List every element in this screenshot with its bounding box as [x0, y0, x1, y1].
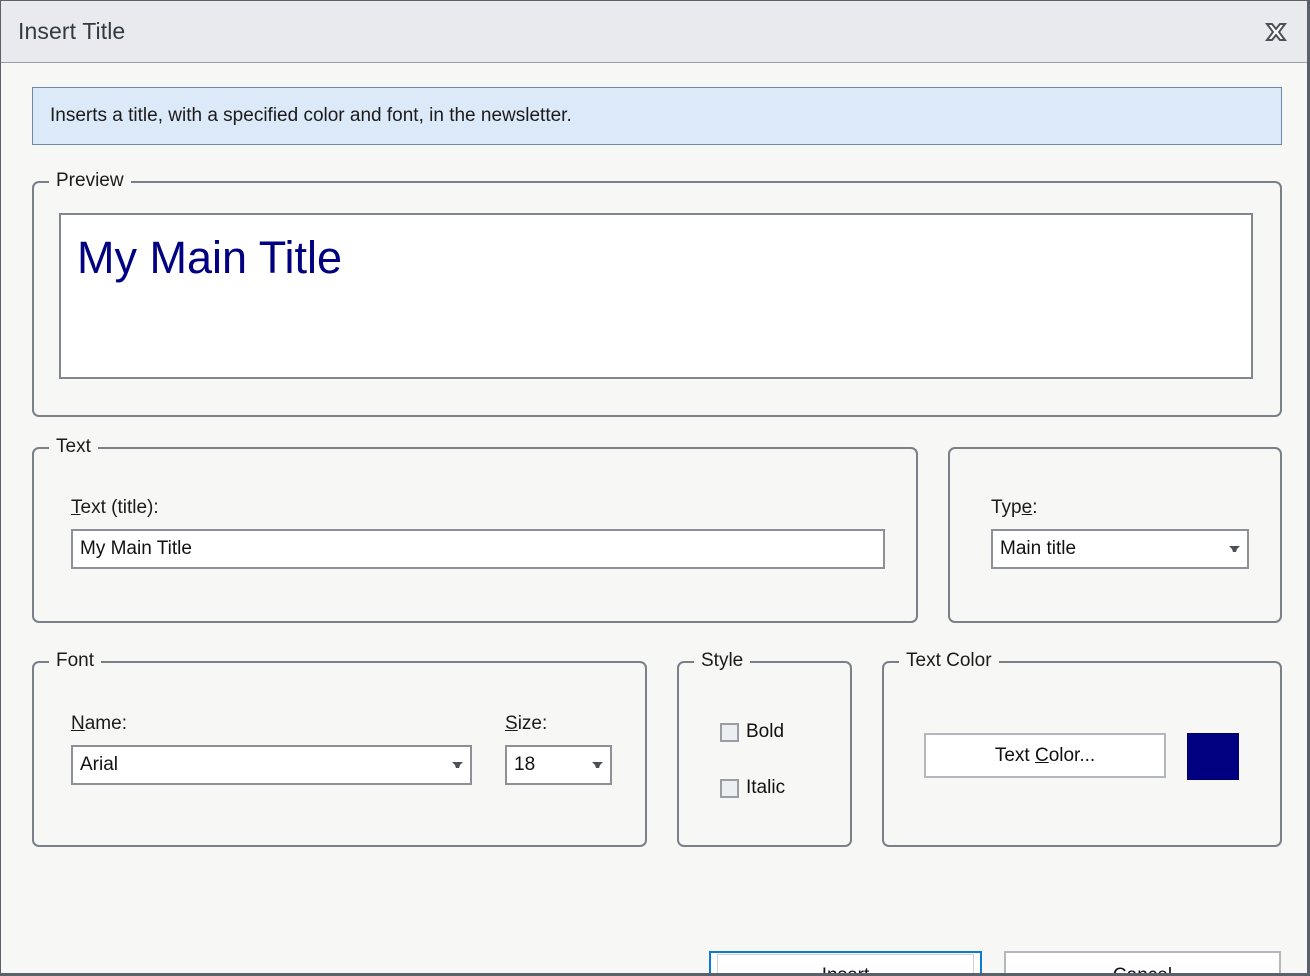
- insert-button-inner: Insert: [717, 954, 974, 976]
- type-label-a: Typ: [991, 497, 1022, 518]
- text-color-button[interactable]: Text Color...: [924, 733, 1166, 778]
- preview-group: Preview My Main Title: [32, 170, 1282, 417]
- text-group: Text Text (title):: [32, 436, 918, 623]
- type-label: Type:: [991, 497, 1037, 519]
- italic-checkbox-row[interactable]: Italic: [720, 777, 785, 799]
- font-name-label-accel: N: [71, 713, 85, 734]
- font-size-value: 18: [514, 754, 536, 775]
- text-color-swatch: [1187, 733, 1239, 780]
- text-color-button-c: olor...: [1048, 744, 1096, 766]
- type-label-c: :: [1032, 497, 1038, 518]
- insert-button-rest: nsert: [827, 965, 870, 976]
- font-name-label: Name:: [71, 713, 127, 735]
- preview-group-label: Preview: [49, 170, 131, 192]
- font-name-value: Arial: [80, 754, 119, 775]
- type-dropdown[interactable]: Main title: [991, 529, 1249, 569]
- bold-checkbox[interactable]: [720, 722, 739, 742]
- font-group: Font Name: Arial Size: 18: [32, 650, 647, 847]
- text-color-button-a: Text: [994, 744, 1035, 766]
- italic-checkbox[interactable]: [720, 778, 739, 798]
- chevron-down-icon: [444, 761, 470, 770]
- info-banner-text: Inserts a title, with a specified color …: [50, 105, 572, 126]
- preview-title-text: My Main Title: [77, 232, 343, 283]
- insert-button[interactable]: Insert: [709, 951, 982, 976]
- font-size-label-rest: ize:: [517, 713, 548, 734]
- style-group-label: Style: [694, 650, 751, 672]
- italic-label: Italic: [746, 777, 786, 798]
- font-name-dropdown[interactable]: Arial: [71, 745, 472, 785]
- font-size-label: Size:: [505, 713, 547, 735]
- text-color-group: Text Color Text Color...: [882, 650, 1282, 847]
- text-group-label: Text: [49, 436, 98, 458]
- preview-area: My Main Title: [59, 213, 1253, 379]
- bold-label: Bold: [746, 721, 785, 742]
- font-size-dropdown[interactable]: 18: [505, 745, 612, 785]
- type-group: Type: Main title: [948, 447, 1282, 623]
- text-title-label-accel: T: [71, 497, 81, 518]
- chevron-down-icon: [1221, 545, 1247, 554]
- cancel-button[interactable]: Cancel: [1004, 951, 1281, 973]
- font-group-label: Font: [49, 650, 102, 672]
- text-title-label-rest: ext (title):: [80, 497, 159, 518]
- info-banner: Inserts a title, with a specified color …: [32, 87, 1282, 145]
- chevron-down-icon: [584, 761, 610, 770]
- text-title-input[interactable]: [71, 529, 885, 569]
- text-title-label: Text (title):: [71, 497, 159, 519]
- insert-title-dialog: Insert Title Inserts a title, with a spe…: [0, 0, 1310, 976]
- insert-button-label: Insert: [822, 965, 870, 976]
- type-label-accel: e: [1021, 497, 1033, 518]
- close-icon[interactable]: [1261, 19, 1291, 45]
- font-size-label-accel: S: [505, 713, 518, 734]
- style-group: Style Bold Italic: [677, 650, 852, 847]
- bold-checkbox-row[interactable]: Bold: [720, 721, 784, 743]
- type-dropdown-value: Main title: [1000, 538, 1077, 559]
- title-bar: Insert Title: [1, 1, 1307, 63]
- window-title: Insert Title: [18, 18, 126, 44]
- font-name-label-rest: ame:: [84, 713, 127, 734]
- text-color-button-accel: C: [1034, 744, 1049, 766]
- text-color-group-label: Text Color: [899, 650, 999, 672]
